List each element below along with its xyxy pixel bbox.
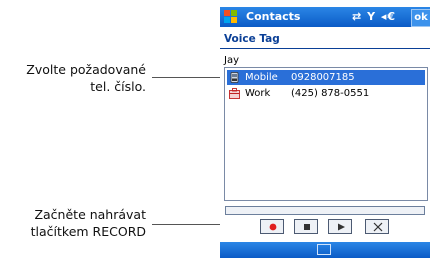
mobile-phone-icon <box>230 72 239 83</box>
phone-number: (425) 878-0551 <box>291 88 370 99</box>
record-icon <box>269 223 277 231</box>
callout-line-2: tlačítkem RECORD <box>30 224 146 239</box>
status-icons[interactable]: ⇄ Y ◂€ <box>352 10 396 23</box>
list-item-mobile[interactable]: Mobile 0928007185 <box>227 70 425 85</box>
connectivity-icon[interactable]: ⇄ <box>352 10 362 23</box>
windows-start-icon[interactable] <box>224 10 237 23</box>
phone-number-list[interactable]: Mobile 0928007185 Work (425) 878-0551 <box>224 67 428 201</box>
record-button[interactable] <box>260 219 284 234</box>
play-button[interactable] <box>328 219 352 234</box>
number-label: Mobile <box>245 72 278 83</box>
callout-line-1: Začněte nahrávat <box>34 207 146 222</box>
volume-icon[interactable]: ◂€ <box>381 10 396 23</box>
title-bar: Contacts ⇄ Y ◂€ ok <box>220 7 430 27</box>
callout-choose-number: Zvolte požadované tel. číslo. <box>0 61 146 95</box>
signal-icon[interactable]: Y <box>367 10 376 23</box>
callout-line-2: tel. číslo. <box>90 79 146 94</box>
phone-number: 0928007185 <box>291 72 355 83</box>
contact-name: Jay <box>224 55 239 66</box>
ok-button[interactable]: ok <box>411 9 430 27</box>
title-divider <box>220 48 430 49</box>
stop-icon <box>304 224 310 230</box>
page-title: Voice Tag <box>224 33 280 45</box>
delete-button[interactable] <box>365 219 389 234</box>
stop-button[interactable] <box>294 219 318 234</box>
list-item-work[interactable]: Work (425) 878-0551 <box>227 86 425 101</box>
recording-progress-bar <box>225 206 425 215</box>
play-icon <box>338 223 345 231</box>
menu-bar <box>220 242 430 258</box>
work-phone-icon <box>229 88 240 99</box>
callout-start-recording: Začněte nahrávat tlačítkem RECORD <box>0 206 146 240</box>
pocketpc-screen: Contacts ⇄ Y ◂€ ok Voice Tag Jay Mobile … <box>220 7 430 258</box>
callout-line-1: Zvolte požadované <box>26 62 146 77</box>
keyboard-icon[interactable] <box>317 244 331 255</box>
close-icon <box>373 222 383 232</box>
number-label: Work <box>245 88 271 99</box>
app-title: Contacts <box>246 10 301 23</box>
